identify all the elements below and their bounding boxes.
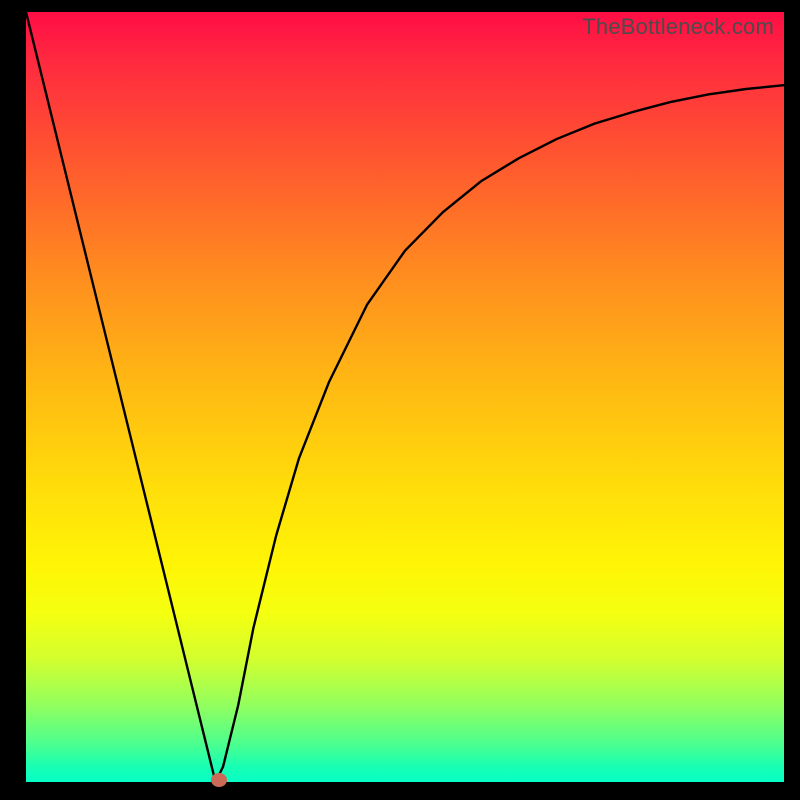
chart-frame: TheBottleneck.com xyxy=(0,0,800,800)
minimum-marker xyxy=(211,773,227,787)
bottleneck-curve xyxy=(26,12,784,782)
plot-area: TheBottleneck.com xyxy=(26,12,784,782)
